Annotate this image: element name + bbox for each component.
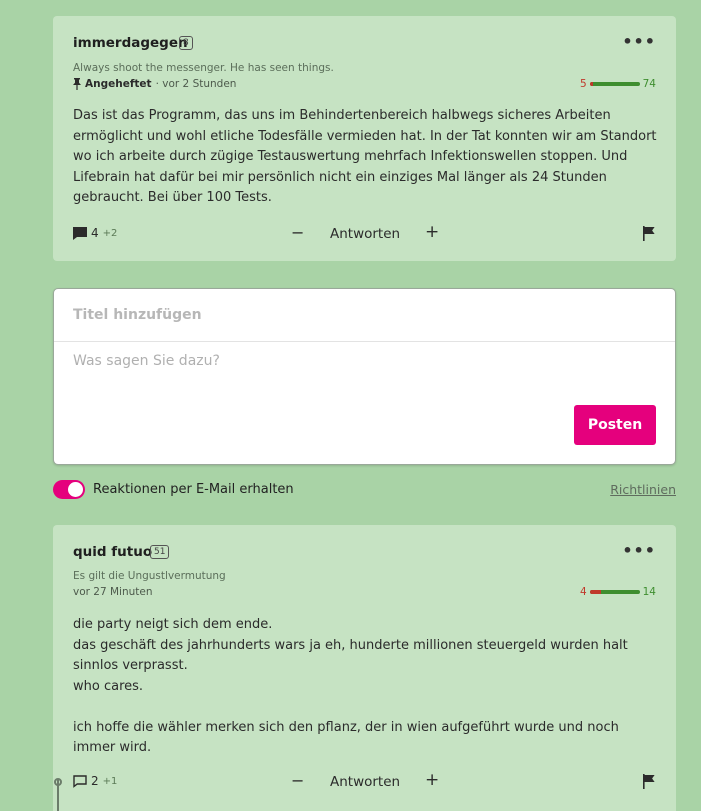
reply-count: 4	[91, 226, 99, 240]
comment-actions: 2 +1 − Antworten +	[73, 770, 656, 794]
user-tagline: Always shoot the messenger. He has seen …	[73, 62, 334, 74]
comment-body: Das ist das Programm, das uns im Behinde…	[73, 108, 657, 205]
vote-bar-negative	[589, 82, 593, 86]
comment-input[interactable]	[54, 343, 675, 393]
user-tagline: Es gilt die Ungustlvermutung	[73, 570, 226, 582]
speech-bubble-icon	[73, 226, 87, 240]
email-toggle[interactable]	[53, 480, 85, 499]
comment-username[interactable]: quid futuo	[73, 544, 152, 560]
downvote-button[interactable]: −	[291, 771, 304, 790]
flag-icon[interactable]	[642, 774, 656, 789]
pin-icon	[73, 78, 81, 90]
speech-bubble-icon	[73, 774, 87, 788]
toggle-knob	[68, 482, 83, 497]
vote-positive-count: 14	[642, 586, 656, 598]
email-toggle-label: Reaktionen per E-Mail erhalten	[93, 482, 294, 497]
user-badge: 8	[179, 36, 193, 50]
comment-composer: Posten	[53, 288, 676, 465]
comment-time: · vor 2 Stunden	[155, 78, 237, 90]
thread-line	[57, 780, 59, 811]
title-input[interactable]	[54, 289, 675, 342]
reply-button[interactable]: Antworten	[330, 226, 400, 242]
pinned-label: Angeheftet	[85, 78, 152, 90]
reply-new-count: +1	[102, 775, 118, 787]
upvote-button[interactable]: +	[425, 222, 439, 242]
downvote-button[interactable]: −	[291, 223, 304, 242]
reply-new-count: +2	[102, 227, 118, 239]
comment-actions: 4 +2 − Antworten +	[73, 222, 656, 246]
upvote-button[interactable]: +	[425, 770, 439, 790]
comment-time: vor 27 Minuten	[73, 586, 153, 598]
comment-meta: vor 27 Minuten	[73, 586, 153, 598]
replies-button[interactable]: 4 +2	[73, 226, 117, 240]
more-dots-icon[interactable]: •••	[622, 541, 656, 560]
vote-bar	[589, 82, 640, 86]
comment-card: quid futuo 51 ••• Es gilt die Ungustlver…	[53, 525, 676, 811]
user-badge: 51	[150, 545, 170, 559]
more-dots-icon[interactable]: •••	[622, 32, 656, 51]
comment-meta: Angeheftet · vor 2 Stunden	[73, 78, 236, 90]
vote-bar	[589, 590, 640, 594]
reply-count: 2	[91, 774, 99, 788]
comment-body: die party neigt sich dem ende. das gesch…	[73, 617, 628, 755]
post-button[interactable]: Posten	[574, 405, 656, 445]
comment-card: immerdagegen 8 ••• Always shoot the mess…	[53, 16, 676, 261]
vote-summary[interactable]: 4 14	[580, 586, 656, 598]
comment-username[interactable]: immerdagegen	[73, 35, 188, 51]
guidelines-link[interactable]: Richtlinien	[610, 482, 676, 497]
vote-summary[interactable]: 5 74	[580, 78, 656, 90]
reply-button[interactable]: Antworten	[330, 774, 400, 790]
vote-negative-count: 5	[579, 78, 587, 90]
vote-negative-count: 4	[579, 586, 587, 598]
flag-icon[interactable]	[642, 226, 656, 241]
replies-button[interactable]: 2 +1	[73, 774, 117, 788]
email-notification-row: Reaktionen per E-Mail erhalten Richtlini…	[53, 480, 676, 500]
vote-bar-negative	[589, 590, 601, 594]
vote-positive-count: 74	[642, 78, 656, 90]
